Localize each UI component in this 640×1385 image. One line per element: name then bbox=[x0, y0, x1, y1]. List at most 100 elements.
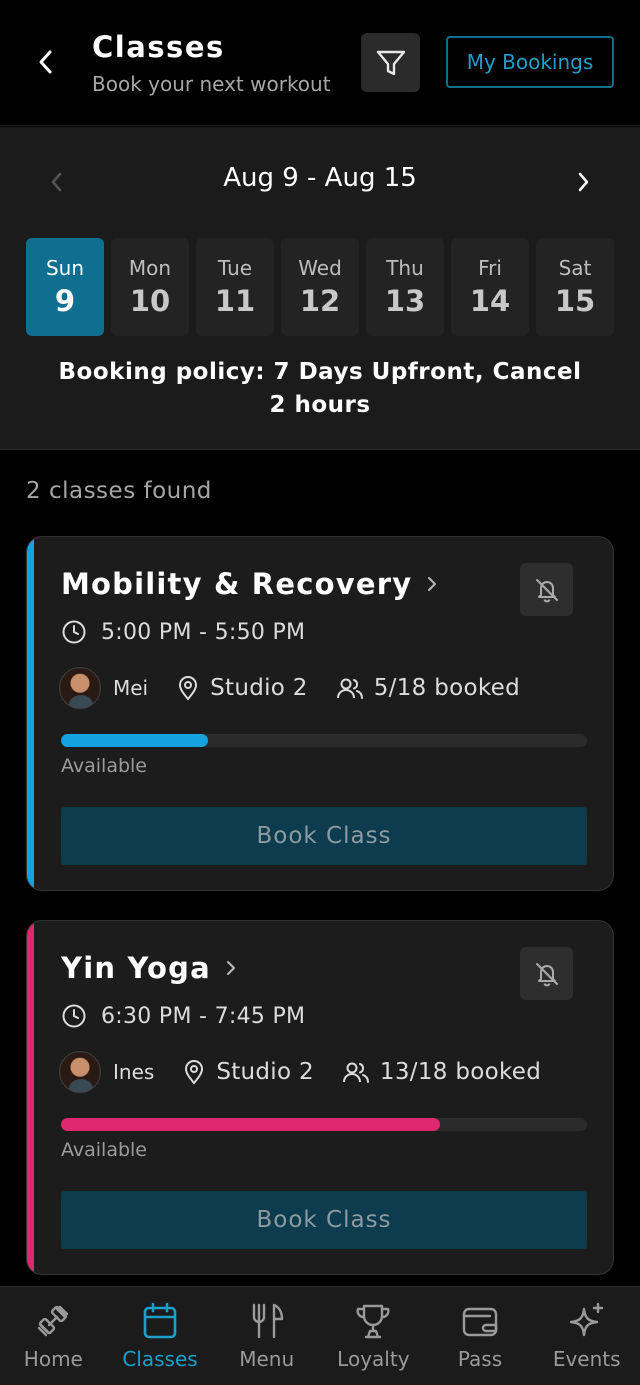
location-pin-icon bbox=[179, 676, 198, 701]
booked-count: 5/18 booked bbox=[373, 675, 520, 701]
class-card: Mobility & Recovery 5:00 PM - 5:50 PM Me… bbox=[26, 536, 614, 891]
clock-icon bbox=[62, 1004, 86, 1028]
day-name: Sun bbox=[45, 256, 85, 280]
day-sun[interactable]: Sun 9 bbox=[26, 238, 104, 336]
class-time: 6:30 PM - 7:45 PM bbox=[101, 1003, 306, 1029]
day-name: Tue bbox=[217, 256, 253, 280]
booking-policy-text: Booking policy: 7 Days Upfront, Cancel 2… bbox=[58, 359, 582, 418]
capacity-progress-fill bbox=[61, 1118, 440, 1131]
back-button[interactable] bbox=[28, 40, 64, 84]
availability-status: Available bbox=[61, 1139, 148, 1161]
next-week-button[interactable] bbox=[566, 165, 600, 199]
avatar bbox=[59, 1051, 101, 1093]
nav-classes[interactable]: Classes bbox=[107, 1287, 214, 1385]
instructor-info: Ines bbox=[59, 1051, 154, 1093]
filter-icon bbox=[376, 50, 405, 75]
day-name: Mon bbox=[128, 256, 172, 280]
capacity-info: 5/18 booked bbox=[336, 675, 520, 701]
day-picker: Sun 9 Mon 10 Tue 11 Wed 12 Thu 13 Fri 14… bbox=[26, 238, 614, 336]
class-title: Yin Yoga bbox=[61, 951, 211, 985]
calendar-icon bbox=[143, 1302, 177, 1339]
notify-toggle-button[interactable] bbox=[520, 947, 573, 1000]
location-pin-icon bbox=[185, 1060, 204, 1085]
day-number: 11 bbox=[214, 284, 256, 318]
nav-loyalty[interactable]: Loyalty bbox=[320, 1287, 427, 1385]
day-sat[interactable]: Sat 15 bbox=[536, 238, 614, 336]
class-time-row: 6:30 PM - 7:45 PM bbox=[61, 1003, 305, 1029]
nav-label: Menu bbox=[239, 1347, 295, 1371]
bell-off-icon bbox=[535, 578, 558, 602]
day-name: Sat bbox=[558, 256, 592, 280]
day-wed[interactable]: Wed 12 bbox=[281, 238, 359, 336]
nav-label: Events bbox=[552, 1347, 621, 1371]
day-number: 14 bbox=[469, 284, 511, 318]
instructor-info: Mei bbox=[59, 667, 148, 709]
users-icon bbox=[336, 678, 363, 699]
filter-button[interactable] bbox=[361, 33, 420, 92]
studio-name: Studio 2 bbox=[216, 1059, 314, 1085]
users-icon bbox=[342, 1062, 369, 1083]
booked-count: 13/18 booked bbox=[379, 1059, 542, 1085]
studio-info: Studio 2 bbox=[182, 1059, 314, 1085]
day-tue[interactable]: Tue 11 bbox=[196, 238, 274, 336]
chevron-left-icon bbox=[39, 50, 52, 74]
instructor-name: Mei bbox=[113, 676, 149, 700]
wallet-icon bbox=[462, 1307, 498, 1337]
week-range-label: Aug 9 - Aug 15 bbox=[223, 163, 417, 193]
trophy-icon bbox=[356, 1304, 390, 1339]
book-class-button[interactable]: Book Class bbox=[61, 1191, 587, 1249]
nav-label: Classes bbox=[122, 1347, 198, 1371]
bottom-navigation: Home Classes Menu Loyalty Pass Events bbox=[0, 1286, 640, 1385]
clock-icon bbox=[62, 620, 86, 644]
class-title-link[interactable]: Yin Yoga bbox=[61, 951, 237, 985]
nav-label: Loyalty bbox=[337, 1347, 410, 1371]
day-name: Wed bbox=[298, 256, 342, 280]
class-card: Yin Yoga 6:30 PM - 7:45 PM Ines Studio 2… bbox=[26, 920, 614, 1275]
nav-label: Pass bbox=[457, 1347, 503, 1371]
fork-knife-icon bbox=[252, 1303, 283, 1339]
book-class-button[interactable]: Book Class bbox=[61, 807, 587, 865]
class-meta-row: Mei Studio 2 5/18 booked bbox=[59, 667, 520, 709]
chevron-right-icon bbox=[426, 575, 438, 593]
nav-menu[interactable]: Menu bbox=[213, 1287, 320, 1385]
class-time: 5:00 PM - 5:50 PM bbox=[101, 619, 306, 645]
day-name: Thu bbox=[386, 256, 424, 280]
avatar bbox=[59, 667, 101, 709]
my-bookings-button[interactable]: My Bookings bbox=[446, 36, 614, 88]
day-thu[interactable]: Thu 13 bbox=[366, 238, 444, 336]
app-header: Classes Book your next workout My Bookin… bbox=[0, 0, 640, 126]
day-fri[interactable]: Fri 14 bbox=[451, 238, 529, 336]
capacity-progress-fill bbox=[61, 734, 209, 747]
studio-name: Studio 2 bbox=[210, 675, 308, 701]
dumbbell-icon bbox=[38, 1305, 69, 1337]
studio-info: Studio 2 bbox=[176, 675, 308, 701]
results-count: 2 classes found bbox=[26, 478, 212, 504]
class-accent-bar bbox=[27, 921, 34, 1274]
class-title-link[interactable]: Mobility & Recovery bbox=[61, 567, 438, 601]
nav-events[interactable]: Events bbox=[533, 1287, 640, 1385]
day-mon[interactable]: Mon 10 bbox=[111, 238, 189, 336]
class-accent-bar bbox=[27, 537, 34, 890]
nav-label: Home bbox=[23, 1347, 83, 1371]
day-number: 9 bbox=[54, 284, 76, 318]
day-name: Fri bbox=[478, 256, 502, 280]
sparkle-icon bbox=[569, 1302, 603, 1337]
notify-toggle-button[interactable] bbox=[520, 563, 573, 616]
bell-off-icon bbox=[535, 962, 558, 986]
class-title: Mobility & Recovery bbox=[61, 567, 413, 601]
capacity-progress-bar bbox=[61, 734, 587, 747]
chevron-right-icon bbox=[578, 172, 589, 192]
class-meta-row: Ines Studio 2 13/18 booked bbox=[59, 1051, 541, 1093]
nav-home[interactable]: Home bbox=[0, 1287, 107, 1385]
class-time-row: 5:00 PM - 5:50 PM bbox=[61, 619, 305, 645]
week-selector: Aug 9 - Aug 15 Sun 9 Mon 10 Tue 11 Wed 1… bbox=[0, 127, 640, 450]
page-title: Classes bbox=[92, 30, 225, 64]
day-number: 15 bbox=[554, 284, 596, 318]
capacity-info: 13/18 booked bbox=[342, 1059, 541, 1085]
nav-pass[interactable]: Pass bbox=[427, 1287, 534, 1385]
page-subtitle: Book your next workout bbox=[92, 72, 331, 96]
day-number: 12 bbox=[299, 284, 341, 318]
chevron-right-icon bbox=[225, 959, 237, 977]
day-number: 10 bbox=[129, 284, 171, 318]
capacity-progress-bar bbox=[61, 1118, 587, 1131]
